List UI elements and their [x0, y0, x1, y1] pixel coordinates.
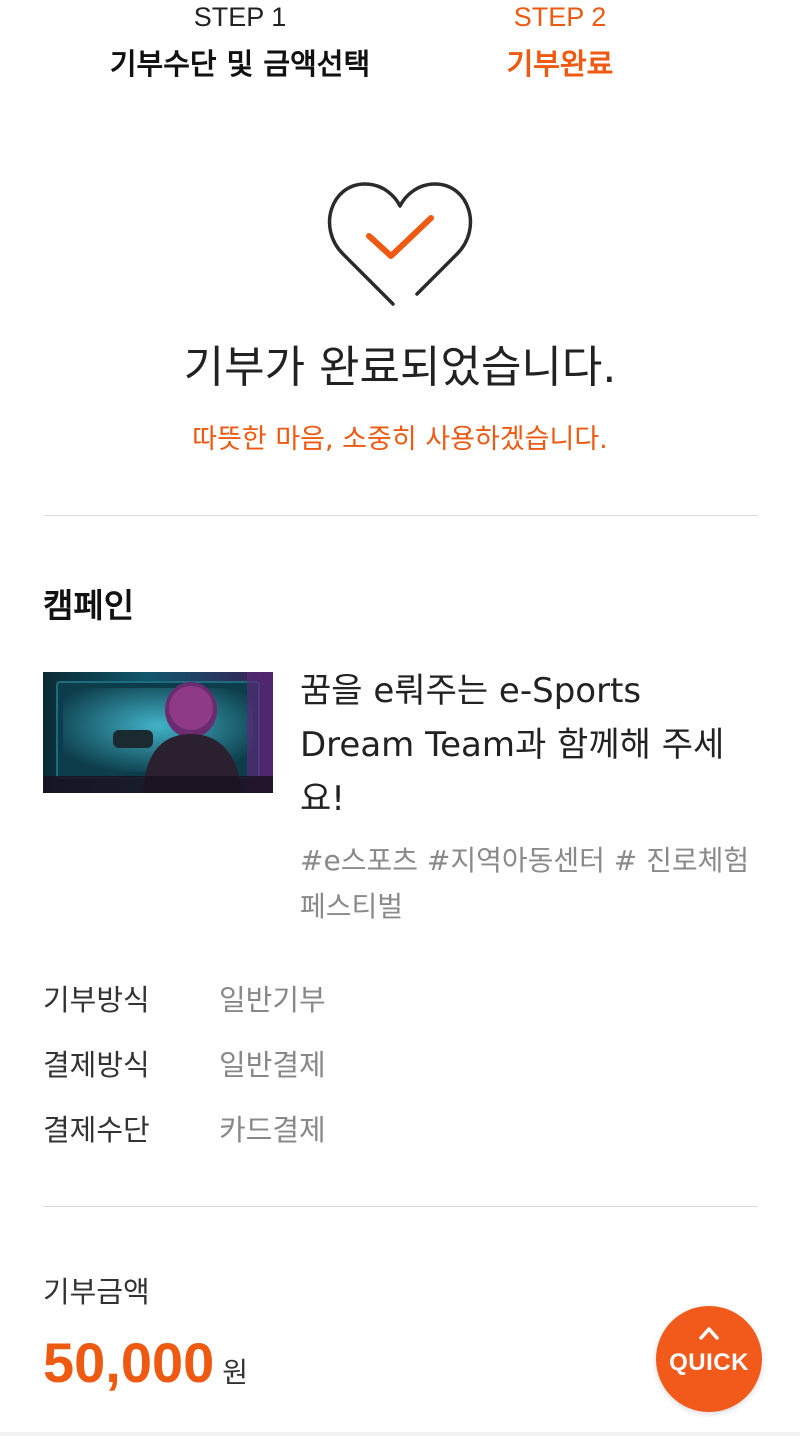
campaign-section-label: 캠페인 [43, 586, 135, 625]
payment-means-label: 결제수단 [43, 1113, 150, 1147]
quick-button-label: QUICK [669, 1349, 749, 1376]
payment-means-row: 결제수단 카드결제 [43, 1105, 758, 1155]
step-1-title: 기부수단 및 금액선택 [109, 47, 371, 81]
heart-check-icon [325, 172, 475, 312]
step-1: STEP 1 기부수단 및 금액선택 [80, 0, 400, 84]
campaign-tags: #e스포츠 #지역아동센터 # 진로체험페스티벌 [300, 844, 750, 923]
donation-method-row: 기부방식 일반기부 [43, 975, 758, 1025]
payment-means-value: 카드결제 [219, 1113, 326, 1147]
bottom-divider [0, 1432, 800, 1436]
divider [43, 515, 758, 516]
quick-button[interactable]: QUICK [656, 1306, 762, 1412]
donation-amount-value: 50,000 [43, 1331, 215, 1394]
payment-method-label: 결제방식 [43, 1048, 150, 1082]
step-2-number: STEP 2 [513, 2, 607, 32]
donation-amount: 50,000 원 [43, 1328, 248, 1398]
chevron-up-icon [699, 1327, 719, 1340]
donation-method-value: 일반기부 [219, 983, 326, 1017]
completion-subtitle: 따뜻한 마음, 소중히 사용하겠습니다. [192, 424, 608, 455]
payment-method-value: 일반결제 [219, 1048, 326, 1082]
payment-method-row: 결제방식 일반결제 [43, 1040, 758, 1090]
step-1-number: STEP 1 [193, 2, 287, 32]
step-2-title: 기부완료 [506, 47, 614, 81]
donation-amount-unit: 원 [222, 1356, 249, 1389]
campaign-thumbnail[interactable] [43, 672, 273, 793]
donation-method-label: 기부방식 [43, 983, 150, 1017]
step-indicator: STEP 1 기부수단 및 금액선택 STEP 2 기부완료 [0, 0, 800, 90]
step-2: STEP 2 기부완료 [440, 0, 680, 84]
donation-amount-label: 기부금액 [43, 1275, 150, 1309]
campaign-title[interactable]: 꿈을 e뤄주는 e-Sports Dream Team과 함께해 주세요! [300, 664, 760, 826]
completion-title: 기부가 완료되었습니다. [183, 342, 617, 393]
divider [43, 1206, 758, 1207]
